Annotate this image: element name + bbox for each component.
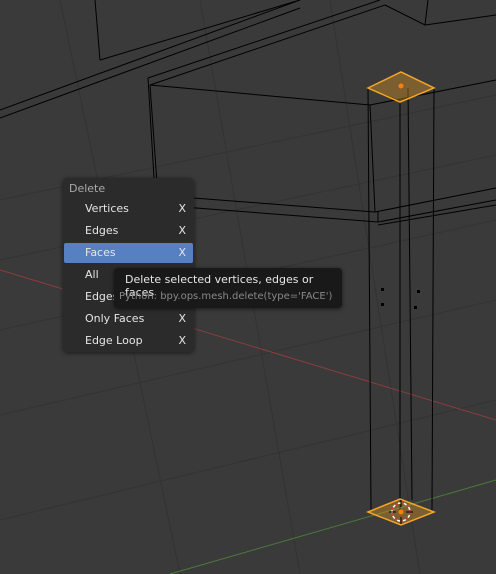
menu-item-shortcut: X bbox=[178, 202, 186, 215]
table-leg-wireframe bbox=[367, 87, 435, 512]
menu-item-edges[interactable]: Edges X bbox=[64, 221, 193, 241]
top-face-center-dot bbox=[398, 83, 404, 89]
tooltip-python-path: Python: bpy.ops.mesh.delete(type='FACE') bbox=[119, 291, 333, 302]
menu-item-vertices[interactable]: Vertices X bbox=[64, 199, 193, 219]
menu-item-label: Edges bbox=[85, 224, 119, 237]
menu-item-label: Edge Loop bbox=[85, 334, 143, 347]
delete-menu-panel: Vertices X Edges X Faces X All Edges Onl… bbox=[63, 178, 194, 352]
menu-item-shortcut: X bbox=[178, 246, 186, 259]
menu-item-only-faces[interactable]: Only Faces X bbox=[64, 309, 193, 329]
menu-item-shortcut: X bbox=[178, 312, 186, 325]
menu-item-faces[interactable]: Faces X bbox=[64, 243, 193, 263]
tooltip: Delete selected vertices, edges or faces… bbox=[114, 268, 342, 308]
menu-item-label: Only Faces bbox=[85, 312, 145, 325]
bottom-face-center-dot bbox=[398, 509, 404, 515]
menu-item-label: Vertices bbox=[85, 202, 129, 215]
menu-item-edge-loop[interactable]: Edge Loop X bbox=[64, 331, 193, 351]
y-axis-line bbox=[169, 479, 496, 574]
menu-item-shortcut: X bbox=[178, 334, 186, 347]
menu-item-shortcut: X bbox=[178, 224, 186, 237]
menu-item-label: All bbox=[85, 268, 99, 281]
menu-item-label: Faces bbox=[85, 246, 116, 259]
